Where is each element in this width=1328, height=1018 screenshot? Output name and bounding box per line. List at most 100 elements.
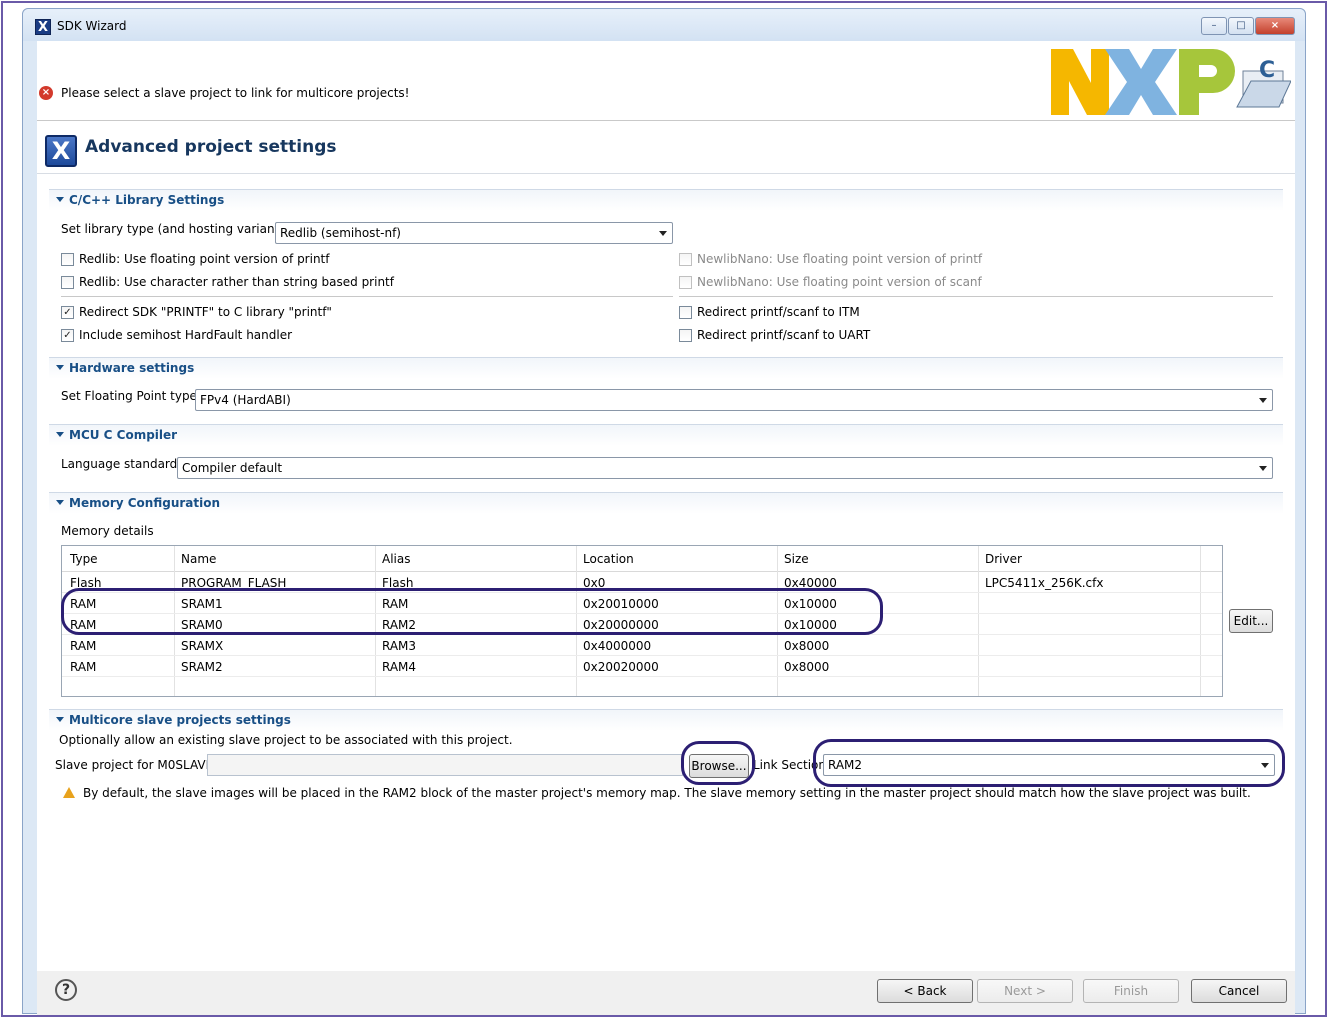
section-library[interactable]: C/C++ Library Settings bbox=[49, 189, 1283, 211]
cell-name: PROGRAM_FLASH bbox=[181, 576, 287, 590]
app-icon: X bbox=[35, 19, 51, 35]
column-header[interactable]: Driver bbox=[985, 552, 1022, 566]
char-printf-checkbox[interactable] bbox=[61, 276, 74, 289]
svg-text:C: C bbox=[1259, 58, 1275, 83]
cell-size: 0x8000 bbox=[784, 639, 830, 653]
minimize-button[interactable]: – bbox=[1201, 17, 1227, 35]
browse-button[interactable]: Browse... bbox=[689, 754, 749, 778]
float-printf-label: Redlib: Use floating point version of pr… bbox=[79, 252, 330, 266]
nano-scanf-checkbox[interactable] bbox=[679, 276, 692, 289]
section-multicore[interactable]: Multicore slave projects settings bbox=[49, 709, 1283, 731]
language-value: Compiler default bbox=[182, 461, 283, 475]
close-button[interactable]: × bbox=[1255, 17, 1295, 35]
collapse-icon bbox=[56, 432, 64, 437]
cell-type: RAM bbox=[70, 597, 97, 611]
open-folder-icon: C bbox=[1236, 58, 1291, 108]
library-type-label: Set library type (and hosting variant) bbox=[61, 222, 284, 236]
memory-details-label: Memory details bbox=[61, 524, 154, 538]
cell-alias: RAM2 bbox=[382, 618, 417, 632]
uart-checkbox[interactable] bbox=[679, 329, 692, 342]
library-type-select[interactable]: Redlib (semihost-nf) bbox=[275, 222, 673, 244]
cell-name: SRAM0 bbox=[181, 618, 223, 632]
cell-type: RAM bbox=[70, 639, 97, 653]
cell-location: 0x20020000 bbox=[583, 660, 659, 674]
warning-text: By default, the slave images will be pla… bbox=[83, 786, 1251, 800]
cell-name: SRAM1 bbox=[181, 597, 223, 611]
link-section-select[interactable]: RAM2 bbox=[823, 754, 1275, 776]
collapse-icon bbox=[56, 365, 64, 370]
cancel-button[interactable]: Cancel bbox=[1191, 979, 1287, 1003]
fp-type-select[interactable]: FPv4 (HardABI) bbox=[195, 389, 1273, 411]
cell-location: 0x4000000 bbox=[583, 639, 652, 653]
nano-scanf-label: NewlibNano: Use floating point version o… bbox=[697, 275, 982, 289]
wizard-icon: X bbox=[45, 135, 77, 167]
section-title: Hardware settings bbox=[69, 361, 195, 375]
column-header[interactable]: Type bbox=[70, 552, 98, 566]
help-icon[interactable]: ? bbox=[55, 979, 77, 1001]
collapse-icon bbox=[56, 500, 64, 505]
fp-type-value: FPv4 (HardABI) bbox=[200, 393, 291, 407]
itm-checkbox[interactable] bbox=[679, 306, 692, 319]
language-select[interactable]: Compiler default bbox=[177, 457, 1273, 479]
separator bbox=[679, 296, 1273, 297]
table-header: Type Name Alias Location Size Driver bbox=[62, 546, 1222, 572]
memory-table: Type Name Alias Location Size Driver Fla… bbox=[61, 545, 1223, 697]
char-printf-label: Redlib: Use character rather than string… bbox=[79, 275, 394, 289]
cell-alias: Flash bbox=[382, 576, 414, 590]
cell-location: 0x0 bbox=[583, 576, 606, 590]
slave-project-label: Slave project for M0SLAVE bbox=[55, 758, 214, 772]
cell-name: SRAMX bbox=[181, 639, 224, 653]
section-hardware[interactable]: Hardware settings bbox=[49, 357, 1283, 379]
link-section-value: RAM2 bbox=[828, 758, 863, 772]
chevron-down-icon bbox=[1261, 763, 1269, 768]
cell-type: RAM bbox=[70, 660, 97, 674]
collapse-icon bbox=[56, 197, 64, 202]
section-memory[interactable]: Memory Configuration bbox=[49, 492, 1283, 514]
next-button[interactable]: Next > bbox=[977, 979, 1073, 1003]
cell-alias: RAM3 bbox=[382, 639, 417, 653]
chevron-down-icon bbox=[659, 231, 667, 236]
cell-type: RAM bbox=[70, 618, 97, 632]
redirect-sdk-label: Redirect SDK "PRINTF" to C library "prin… bbox=[79, 305, 332, 319]
table-row[interactable]: RAM SRAM1 RAM 0x20010000 0x10000 bbox=[62, 593, 1222, 614]
table-row[interactable]: Flash PROGRAM_FLASH Flash 0x0 0x40000 LP… bbox=[62, 572, 1222, 593]
section-title: Multicore slave projects settings bbox=[69, 713, 291, 727]
hardfault-checkbox[interactable]: ✓ bbox=[61, 329, 74, 342]
redirect-sdk-checkbox[interactable]: ✓ bbox=[61, 306, 74, 319]
library-type-value: Redlib (semihost-nf) bbox=[280, 226, 401, 240]
wizard-window: X SDK Wizard – □ × × Please select a sla… bbox=[22, 8, 1306, 1015]
edit-memory-button[interactable]: Edit... bbox=[1229, 609, 1273, 633]
section-title: C/C++ Library Settings bbox=[69, 193, 225, 207]
section-compiler[interactable]: MCU C Compiler bbox=[49, 424, 1283, 446]
cell-driver: LPC5411x_256K.cfx bbox=[985, 576, 1104, 590]
float-printf-checkbox[interactable] bbox=[61, 253, 74, 266]
maximize-button[interactable]: □ bbox=[1228, 17, 1254, 35]
table-row[interactable]: RAM SRAM2 RAM4 0x20020000 0x8000 bbox=[62, 656, 1222, 677]
column-header[interactable]: Name bbox=[181, 552, 216, 566]
section-title: MCU C Compiler bbox=[69, 428, 178, 442]
section-title: Memory Configuration bbox=[69, 496, 221, 510]
slave-project-field[interactable] bbox=[207, 754, 683, 776]
back-button[interactable]: < Back bbox=[877, 979, 973, 1003]
window-title: SDK Wizard bbox=[57, 19, 127, 33]
cell-size: 0x40000 bbox=[784, 576, 837, 590]
chevron-down-icon bbox=[1259, 398, 1267, 403]
chevron-down-icon bbox=[1259, 466, 1267, 471]
language-label: Language standard bbox=[61, 457, 178, 471]
error-icon: × bbox=[39, 86, 53, 100]
column-header[interactable]: Size bbox=[784, 552, 809, 566]
wizard-content: × Please select a slave project to link … bbox=[37, 41, 1295, 971]
finish-button[interactable]: Finish bbox=[1083, 979, 1179, 1003]
collapse-icon bbox=[56, 717, 64, 722]
fp-type-label: Set Floating Point type bbox=[61, 389, 197, 403]
hardfault-label: Include semihost HardFault handler bbox=[79, 328, 293, 342]
table-row[interactable]: RAM SRAMX RAM3 0x4000000 0x8000 bbox=[62, 635, 1222, 656]
cell-name: SRAM2 bbox=[181, 660, 223, 674]
nano-printf-checkbox[interactable] bbox=[679, 253, 692, 266]
cell-size: 0x8000 bbox=[784, 660, 830, 674]
column-header[interactable]: Location bbox=[583, 552, 634, 566]
page-title: Advanced project settings bbox=[85, 137, 337, 157]
table-row[interactable]: RAM SRAM0 RAM2 0x20000000 0x10000 bbox=[62, 614, 1222, 635]
nxp-logo: C bbox=[1051, 49, 1291, 115]
column-header[interactable]: Alias bbox=[382, 552, 410, 566]
